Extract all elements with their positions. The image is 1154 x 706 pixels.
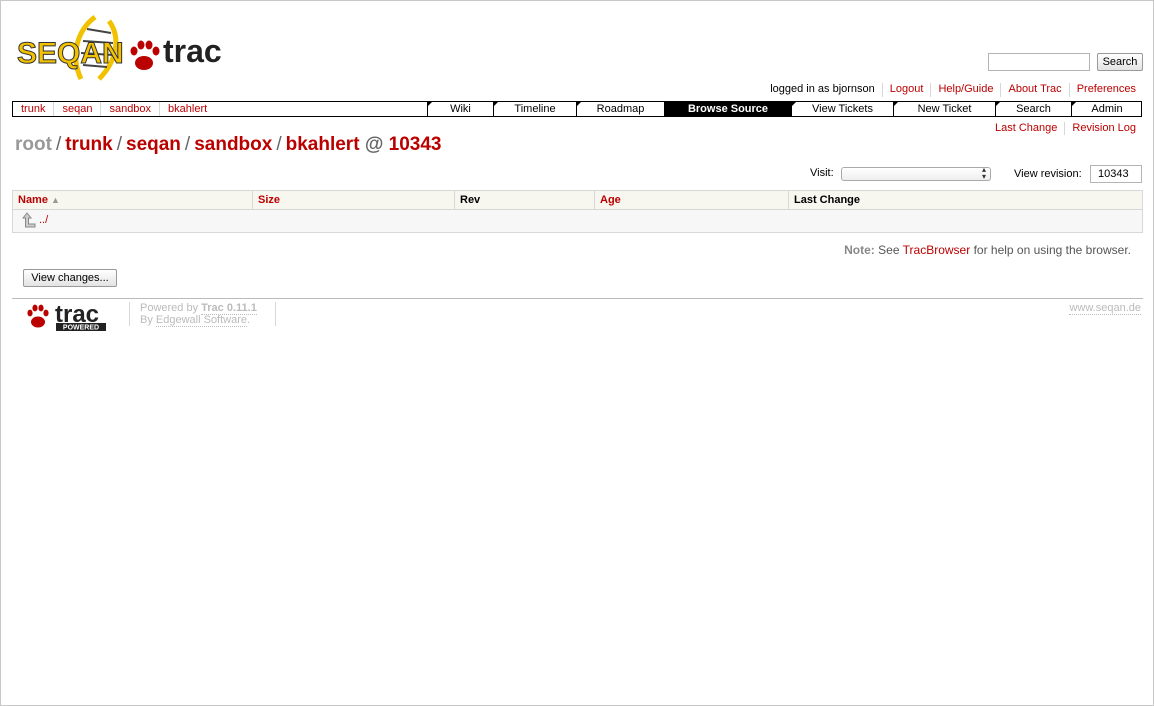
- logo-seqan-text: SEQAN: [17, 37, 124, 70]
- parent-directory-icon: [20, 212, 36, 231]
- powered-by-text: Powered by: [140, 302, 199, 314]
- path-separator: /: [55, 134, 62, 155]
- column-header-rev[interactable]: Rev: [454, 191, 594, 209]
- meta-nav: logged in as bjornson Logout Help/Guide …: [763, 83, 1143, 97]
- tab-view-tickets[interactable]: View Tickets: [791, 102, 893, 116]
- tracbrowser-link[interactable]: TracBrowser: [903, 243, 971, 257]
- note-pre: See: [878, 243, 900, 257]
- last-change-link[interactable]: Last Change: [988, 122, 1064, 135]
- listing-header: Name ▲ Size Rev Age Last Change: [13, 191, 1142, 210]
- sort-asc-icon: ▲: [51, 195, 60, 205]
- path-bkahlert-link[interactable]: bkahlert: [286, 134, 360, 155]
- seqan-trac-logo[interactable]: SEQAN trac: [17, 13, 229, 85]
- column-header-last-change[interactable]: Last Change: [788, 191, 1142, 209]
- path-sandbox-link[interactable]: sandbox: [194, 134, 272, 155]
- edgewall-suffix: .: [247, 314, 251, 326]
- path-separator: /: [116, 134, 122, 155]
- visit-label: Visit:: [810, 167, 834, 179]
- tab-admin[interactable]: Admin: [1071, 102, 1142, 116]
- logo-trac-text: trac: [163, 33, 222, 69]
- about-trac-link[interactable]: About Trac: [1000, 83, 1068, 97]
- view-revision-input[interactable]: [1090, 165, 1142, 183]
- footer-separator: [275, 302, 276, 326]
- search-button[interactable]: Search: [1097, 53, 1143, 71]
- preferences-link[interactable]: Preferences: [1068, 83, 1143, 97]
- ctxt-seqan-link[interactable]: seqan: [53, 102, 100, 116]
- tab-search[interactable]: Search: [995, 102, 1071, 116]
- column-header-age[interactable]: Age: [594, 191, 788, 209]
- paw-icon: [130, 40, 160, 70]
- column-header-size[interactable]: Size: [252, 191, 454, 209]
- powered-by: Powered by Trac 0.11.1 By Edgewall Softw…: [140, 302, 257, 327]
- breadcrumb: root / trunk / seqan / sandbox / bkahlert @ 1034…: [15, 134, 441, 156]
- column-header-name[interactable]: Name ▲: [13, 191, 252, 209]
- tab-new-ticket[interactable]: New Ticket: [893, 102, 995, 116]
- main-nav: Wiki Timeline Roadmap Browse Source View…: [427, 102, 1142, 116]
- path-at: @: [364, 134, 384, 155]
- footer-divider: [12, 298, 1143, 299]
- select-arrows-icon: ▴ ▾: [981, 165, 986, 181]
- path-seqan-link[interactable]: seqan: [126, 134, 181, 155]
- directory-listing: Name ▲ Size Rev Age Last Change ../: [12, 190, 1143, 233]
- footer-separator: [129, 302, 130, 326]
- tab-timeline[interactable]: Timeline: [493, 102, 576, 116]
- visit-select[interactable]: ▴ ▾: [841, 165, 991, 181]
- context-nav: trunk seqan sandbox bkahlert: [13, 102, 215, 116]
- tab-wiki[interactable]: Wiki: [427, 102, 493, 116]
- logout-link[interactable]: Logout: [881, 83, 931, 97]
- ctxt-trunk-link[interactable]: trunk: [13, 102, 53, 116]
- search-input[interactable]: [988, 53, 1090, 71]
- ctxt-sandbox-link[interactable]: sandbox: [100, 102, 159, 116]
- edgewall-link[interactable]: Edgewall Software: [155, 314, 248, 327]
- site-link[interactable]: www.seqan.de: [1069, 302, 1141, 315]
- path-revision-link[interactable]: 10343: [389, 134, 442, 155]
- help-note: Note: See TracBrowser for help on using …: [844, 243, 1131, 257]
- path-separator: /: [276, 134, 282, 155]
- path-separator: /: [184, 134, 191, 155]
- tab-roadmap[interactable]: Roadmap: [576, 102, 664, 116]
- by-text: By: [140, 314, 153, 326]
- parent-directory-link[interactable]: ../: [39, 214, 48, 226]
- view-changes-button[interactable]: View changes...: [23, 269, 117, 287]
- table-row: ../: [13, 210, 1142, 232]
- trac-powered-logo[interactable]: trac POWERED: [25, 301, 109, 332]
- trac-powered-text: POWERED: [63, 325, 99, 332]
- paw-icon: [27, 304, 49, 328]
- view-revision-label: View revision:: [1014, 168, 1082, 180]
- revision-log-link[interactable]: Revision Log: [1064, 122, 1143, 135]
- note-post: for help on using the browser.: [973, 243, 1131, 257]
- help-guide-link[interactable]: Help/Guide: [930, 83, 1000, 97]
- note-label: Note:: [844, 243, 875, 257]
- path-root-link[interactable]: root: [15, 134, 52, 155]
- ctxt-bkahlert-link[interactable]: bkahlert: [159, 102, 215, 116]
- sub-nav: Last Change Revision Log: [988, 122, 1143, 135]
- tab-browse-source[interactable]: Browse Source: [664, 102, 791, 116]
- path-trunk-link[interactable]: trunk: [65, 134, 113, 155]
- logged-in-user: logged in as bjornson: [770, 83, 875, 95]
